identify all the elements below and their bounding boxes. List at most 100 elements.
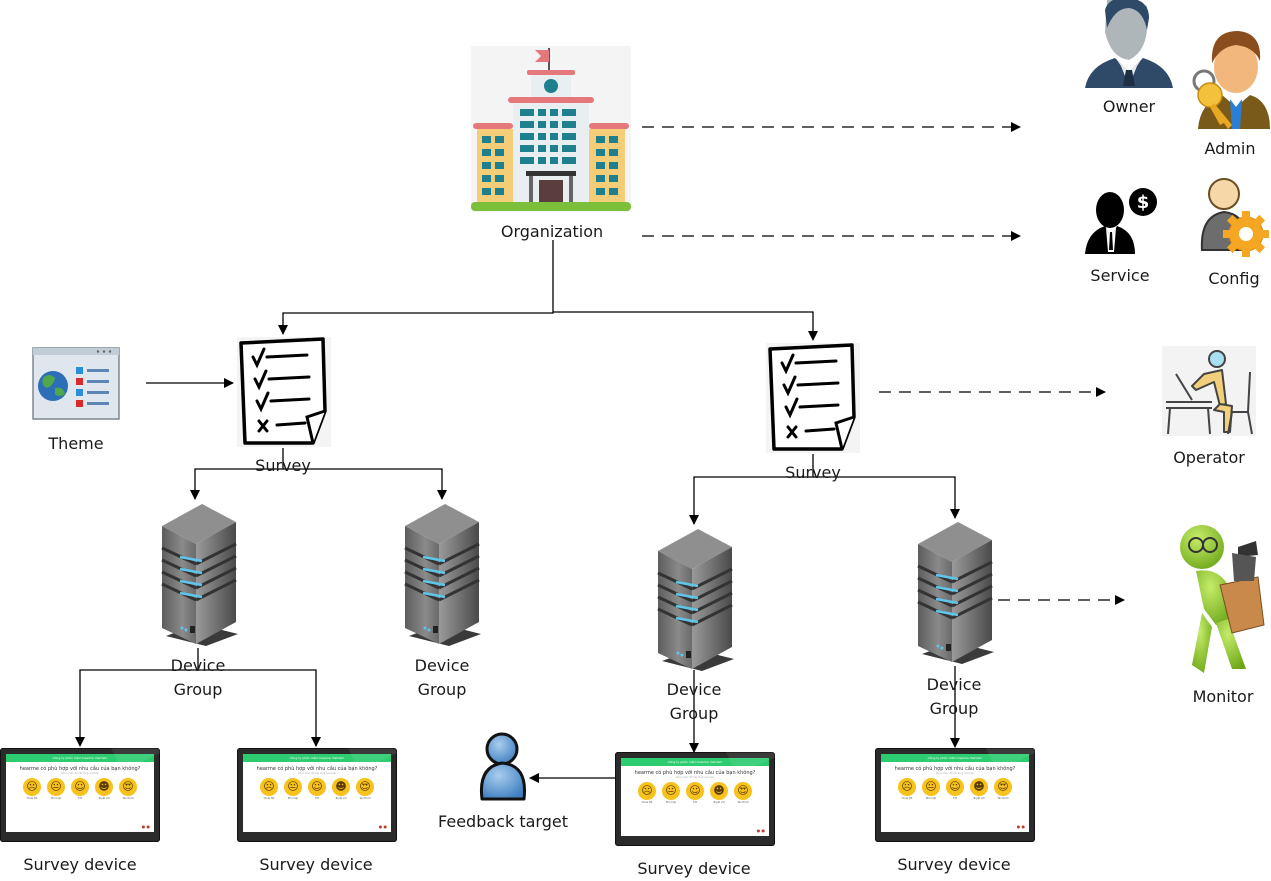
- rating-option[interactable]: ☹ Chưa tốt: [260, 778, 279, 800]
- survey-device-3-label: Survey device: [637, 859, 751, 878]
- rating-option-label: Yêu thích: [122, 797, 134, 800]
- device-group-label-line1: Device: [414, 656, 470, 675]
- admin-label: Admin: [1204, 139, 1256, 158]
- device-group-label-line1: Device: [926, 675, 982, 694]
- server-tower-icon: [657, 529, 734, 671]
- operator-icon: [1162, 346, 1256, 436]
- rating-option[interactable]: ☻ Tuyệt vời: [710, 782, 729, 804]
- device-group-3-label: Device Group: [667, 678, 722, 726]
- rating-option-label: Chưa tốt: [26, 797, 38, 800]
- smile-face-icon: ☺: [686, 782, 704, 800]
- device-group-label-line2: Group: [929, 699, 979, 718]
- svg-text:$: $: [1137, 192, 1150, 213]
- heart-eyes-face-icon: 😍: [994, 778, 1012, 796]
- survey-screen: Công ty phần mềm hearme Vietnam hearme có…: [881, 754, 1029, 832]
- rating-option[interactable]: 😐 Phù hợp: [662, 782, 681, 804]
- config-label: Config: [1208, 269, 1260, 288]
- rating-option-label: Phù hợp: [925, 797, 937, 800]
- organization-label: Organization: [500, 222, 604, 241]
- rating-option[interactable]: ☺ Tốt: [71, 778, 90, 800]
- rating-option[interactable]: ☹ Chưa tốt: [23, 778, 42, 800]
- rating-option[interactable]: 😍 Yêu thích: [734, 782, 753, 804]
- rating-option[interactable]: ☹ Chưa tốt: [638, 782, 657, 804]
- grin-face-icon: ☻: [710, 782, 728, 800]
- rating-option-label: Tốt: [314, 797, 320, 800]
- rating-options: ☹ Chưa tốt 😐 Phù hợp ☺ Tốt ☻ Tuyệt vời 😍 Yêu thíc…: [243, 778, 391, 800]
- survey-screen-header: Công ty phần mềm hearme Vietnam: [881, 754, 1029, 762]
- theme-icon: [32, 347, 120, 420]
- rating-option-label: Phù hợp: [665, 801, 677, 804]
- rating-option-label: Yêu thích: [737, 801, 749, 804]
- edge-org-to-survey-left: [278, 240, 554, 335]
- rating-option[interactable]: ☺ Tốt: [946, 778, 965, 800]
- device-group-label-line2: Group: [173, 680, 223, 699]
- grin-face-icon: ☻: [95, 778, 113, 796]
- rating-option[interactable]: 😍 Yêu thích: [994, 778, 1013, 800]
- rating-options: ☹ Chưa tốt 😐 Phù hợp ☺ Tốt ☻ Tuyệt vời 😍 Yêu thíc…: [621, 782, 769, 804]
- device-group-1-label: Device Group: [171, 654, 226, 702]
- survey-device-tablet: Công ty phần mềm hearme Vietnam hearme có…: [0, 748, 160, 842]
- edge-org-to-survey-right: [553, 311, 818, 341]
- rating-option[interactable]: 😍 Yêu thích: [119, 778, 138, 800]
- building-icon: [471, 46, 631, 212]
- grin-face-icon: ☻: [970, 778, 988, 796]
- survey-subtitle: Chọn mức độ hài lòng của bạn: [935, 772, 975, 775]
- feedback-target-label: Feedback target: [438, 812, 568, 831]
- rating-option[interactable]: ☹ Chưa tốt: [898, 778, 917, 800]
- nav-dots-icon: ● ●: [378, 824, 387, 829]
- survey-subtitle: Chọn mức độ hài lòng của bạn: [60, 772, 100, 775]
- neutral-face-icon: 😐: [284, 778, 302, 796]
- neutral-face-icon: 😐: [662, 782, 680, 800]
- survey-screen-header: Công ty phần mềm hearme Vietnam: [621, 758, 769, 766]
- neutral-face-icon: 😐: [47, 778, 65, 796]
- rating-option[interactable]: 😐 Phù hợp: [284, 778, 303, 800]
- sad-face-icon: ☹: [638, 782, 656, 800]
- rating-option[interactable]: 😐 Phù hợp: [47, 778, 66, 800]
- owner-icon: [1085, 0, 1173, 88]
- service-icon: $: [1085, 188, 1157, 254]
- rating-option-label: Phù hợp: [287, 797, 299, 800]
- rating-option-label: Tuyệt vời: [98, 797, 110, 800]
- heart-eyes-face-icon: 😍: [119, 778, 137, 796]
- survey-device-1-label: Survey device: [23, 855, 137, 874]
- survey-screen: Công ty phần mềm hearme Vietnam hearme có…: [6, 754, 154, 832]
- device-group-2-label: Device Group: [415, 654, 470, 702]
- service-label: Service: [1090, 266, 1150, 285]
- device-group-label-line1: Device: [170, 656, 226, 675]
- rating-option[interactable]: ☺ Tốt: [686, 782, 705, 804]
- survey-subtitle: Chọn mức độ hài lòng của bạn: [297, 772, 337, 775]
- device-group-label-line2: Group: [417, 680, 467, 699]
- diagram-canvas: $: [32, 0, 1270, 801]
- survey-device-tablet: Công ty phần mềm hearme Vietnam hearme có…: [875, 748, 1035, 842]
- smile-face-icon: ☺: [71, 778, 89, 796]
- rating-option[interactable]: 😐 Phù hợp: [922, 778, 941, 800]
- rating-option[interactable]: ☻ Tuyệt vời: [332, 778, 351, 800]
- config-icon: [1200, 178, 1269, 257]
- sad-face-icon: ☹: [23, 778, 41, 796]
- operator-label: Operator: [1173, 448, 1245, 467]
- server-tower-icon: [161, 504, 238, 646]
- monitor-label: Monitor: [1192, 687, 1254, 706]
- survey-checklist-icon: [237, 337, 331, 447]
- rating-option[interactable]: ☺ Tốt: [308, 778, 327, 800]
- survey-right-label: Survey: [785, 463, 841, 482]
- rating-option-label: Chưa tốt: [901, 797, 913, 800]
- heart-eyes-face-icon: 😍: [356, 778, 374, 796]
- sad-face-icon: ☹: [260, 778, 278, 796]
- rating-option[interactable]: ☻ Tuyệt vời: [95, 778, 114, 800]
- theme-label: Theme: [48, 434, 104, 453]
- rating-option[interactable]: 😍 Yêu thích: [356, 778, 375, 800]
- device-group-label-line2: Group: [669, 704, 719, 723]
- device-group-4-label: Device Group: [927, 673, 982, 721]
- survey-device-2-label: Survey device: [259, 855, 373, 874]
- neutral-face-icon: 😐: [922, 778, 940, 796]
- device-group-label-line1: Device: [666, 680, 722, 699]
- rating-option-label: Tuyệt vời: [973, 797, 985, 800]
- smile-face-icon: ☺: [946, 778, 964, 796]
- grin-face-icon: ☻: [332, 778, 350, 796]
- rating-option-label: Tuyệt vời: [335, 797, 347, 800]
- nav-dots-icon: ● ●: [756, 828, 765, 833]
- rating-option-label: Yêu thích: [997, 797, 1009, 800]
- rating-option[interactable]: ☻ Tuyệt vời: [970, 778, 989, 800]
- rating-option-label: Tốt: [77, 797, 83, 800]
